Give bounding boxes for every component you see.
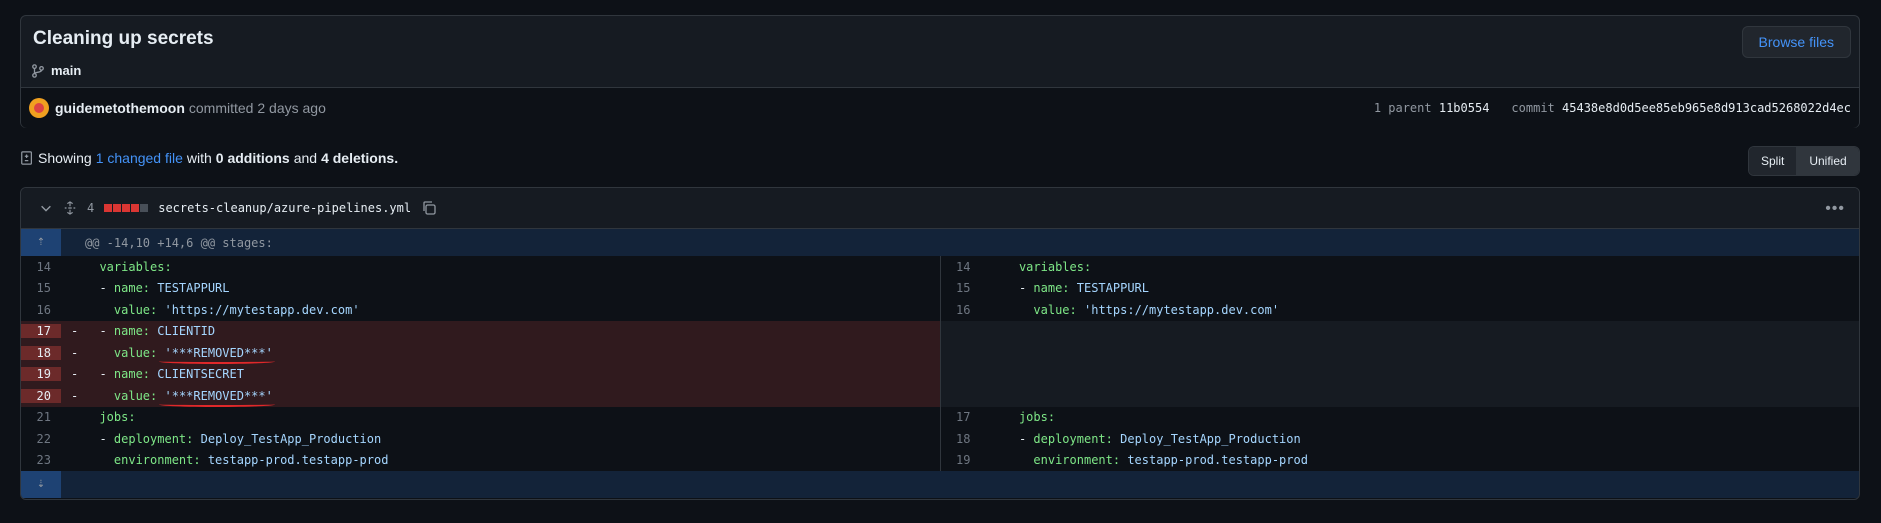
line-number[interactable]: 21 — [21, 410, 61, 424]
line-number[interactable]: 15 — [21, 281, 61, 295]
diff-line: 17 jobs: — [941, 407, 1860, 429]
code-text: value: 'https://mytestapp.dev.com' — [1033, 302, 1280, 317]
commit-meta: guidemetothemoon committed 2 days ago 1 … — [21, 87, 1859, 128]
diff-line: 17- - name: CLIENTID — [21, 320, 940, 342]
line-number[interactable]: 14 — [21, 260, 61, 274]
hunk-footer: ⇣ — [21, 471, 1859, 498]
file-diff: 4 secrets-cleanup/azure-pipelines.yml ••… — [20, 187, 1860, 500]
code-text: - name: CLIENTSECRET — [99, 367, 244, 382]
chevron-down-icon[interactable] — [39, 201, 53, 215]
hunk-header: ⇡ @@ -14,10 +14,6 @@ stages: — [21, 229, 1859, 256]
line-number[interactable]: 15 — [941, 281, 981, 295]
commit-title: Cleaning up secrets — [33, 28, 214, 49]
unified-view-button[interactable]: Unified — [1796, 147, 1859, 175]
file-diff-icon — [21, 151, 32, 165]
commit-header: Cleaning up secrets main Browse files gu… — [20, 15, 1860, 128]
branch-label[interactable]: main — [31, 63, 81, 78]
code-text: value: '***REMOVED***' — [113, 388, 273, 403]
committed-time: committed 2 days ago — [188, 100, 326, 116]
code-text: jobs: — [1018, 410, 1056, 425]
branch-name: main — [51, 63, 82, 78]
diff-view-toggle: Split Unified — [1748, 146, 1860, 176]
expand-up-icon[interactable]: ⇡ — [21, 229, 61, 256]
diff-line — [940, 385, 1859, 407]
author-link[interactable]: guidemetothemoon — [55, 100, 185, 116]
split-view-button[interactable]: Split — [1749, 147, 1797, 175]
diff-line: 14 variables: — [941, 256, 1860, 278]
code-text: - name: CLIENTID — [99, 324, 216, 339]
diff-line: 20- value: '***REMOVED***' — [21, 385, 940, 407]
file-header: 4 secrets-cleanup/azure-pipelines.yml ••… — [21, 188, 1859, 229]
expand-down-icon[interactable]: ⇣ — [21, 471, 61, 498]
commit-shas: 1 parent 11b0554 commit 45438e8d0d5ee85e… — [1374, 101, 1851, 115]
line-number[interactable]: 19 — [941, 453, 981, 467]
line-number[interactable]: 17 — [21, 324, 61, 339]
diff-sign: - — [71, 388, 79, 403]
code-text: variables: — [1018, 259, 1092, 274]
kebab-horizontal-icon[interactable]: ••• — [1825, 200, 1845, 218]
line-number[interactable]: 14 — [941, 260, 981, 274]
diff-line — [940, 320, 1859, 342]
code-text: value: 'https://mytestapp.dev.com' — [113, 302, 360, 317]
line-number[interactable]: 18 — [21, 345, 61, 360]
code-text: jobs: — [99, 410, 136, 425]
diff-sign: - — [71, 367, 79, 382]
copy-icon[interactable] — [421, 200, 437, 216]
diff-line: 15 - name: TESTAPPURL — [21, 278, 940, 300]
diff-line: 19 environment: testapp-prod.testapp-pro… — [941, 450, 1860, 472]
unfold-icon[interactable] — [63, 201, 77, 215]
diff-line: 18- value: '***REMOVED***' — [21, 342, 940, 364]
diff-line: 16 value: 'https://mytestapp.dev.com' — [21, 299, 940, 321]
line-number[interactable]: 17 — [941, 410, 981, 424]
line-number[interactable]: 20 — [21, 388, 61, 403]
right-side: 14 variables: 15 - name: TESTAPPURL 16 val… — [939, 256, 1860, 472]
diff-line: 14 variables: — [21, 256, 940, 278]
git-branch-icon — [32, 63, 44, 78]
code-text: environment: testapp-prod.testapp-prod — [1033, 453, 1308, 468]
line-number[interactable]: 16 — [941, 303, 981, 317]
diff-line: 18 - deployment: Deploy_TestApp_Producti… — [941, 428, 1860, 450]
code-text: - name: TESTAPPURL — [99, 281, 230, 296]
code-text: environment: testapp-prod.testapp-prod — [113, 453, 389, 468]
file-path[interactable]: secrets-cleanup/azure-pipelines.yml — [158, 201, 411, 215]
change-count: 4 — [87, 201, 95, 215]
line-number[interactable]: 19 — [21, 367, 61, 382]
diff-line: 15 - name: TESTAPPURL — [941, 278, 1860, 300]
diff-line — [940, 342, 1859, 364]
diffstat — [104, 204, 149, 212]
diff-line: 22 - deployment: Deploy_TestApp_Producti… — [21, 428, 940, 450]
diff-line: 16 value: 'https://mytestapp.dev.com' — [941, 299, 1860, 321]
parent-info: 1 parent 11b0554 — [1373, 101, 1490, 115]
redacted-value: '***REMOVED***' — [157, 345, 273, 360]
code-text: - deployment: Deploy_TestApp_Production — [99, 431, 382, 446]
hunk-text: @@ -14,10 +14,6 @@ stages: — [85, 235, 273, 250]
left-side: 14 variables: 15 - name: TESTAPPURL 16 val… — [21, 256, 940, 471]
line-number[interactable]: 16 — [21, 303, 61, 317]
diff-line: 21 jobs: — [21, 407, 940, 429]
commit-info: commit 45438e8d0d5ee85eb965e8d913cad5268… — [1511, 101, 1851, 115]
diff-sign: - — [71, 324, 79, 339]
commit-sha: 45438e8d0d5ee85eb965e8d913cad5268022d4ec — [1562, 101, 1851, 115]
diff-line — [940, 363, 1859, 385]
redacted-value: '***REMOVED***' — [157, 388, 273, 403]
code-text: variables: — [99, 259, 172, 274]
line-number[interactable]: 18 — [941, 432, 981, 446]
diff-sign: - — [71, 345, 79, 360]
avatar[interactable] — [29, 98, 49, 118]
diff-summary: Showing 1 changed file with 0 additions … — [20, 150, 398, 166]
parent-sha-link[interactable]: 11b0554 — [1439, 101, 1490, 115]
line-number[interactable]: 23 — [21, 453, 61, 467]
code-text: - name: TESTAPPURL — [1018, 281, 1150, 296]
line-number[interactable]: 22 — [21, 432, 61, 446]
browse-files-button[interactable]: Browse files — [1741, 26, 1851, 58]
split-diff: 14 variables: 15 - name: TESTAPPURL 16 val… — [21, 256, 1859, 471]
changed-files-link[interactable]: 1 changed file — [96, 150, 183, 166]
diff-line: 19- - name: CLIENTSECRET — [21, 363, 940, 385]
diff-line: 23 environment: testapp-prod.testapp-pro… — [21, 450, 940, 472]
code-text: value: '***REMOVED***' — [113, 345, 273, 360]
code-text: - deployment: Deploy_TestApp_Production — [1018, 431, 1301, 446]
